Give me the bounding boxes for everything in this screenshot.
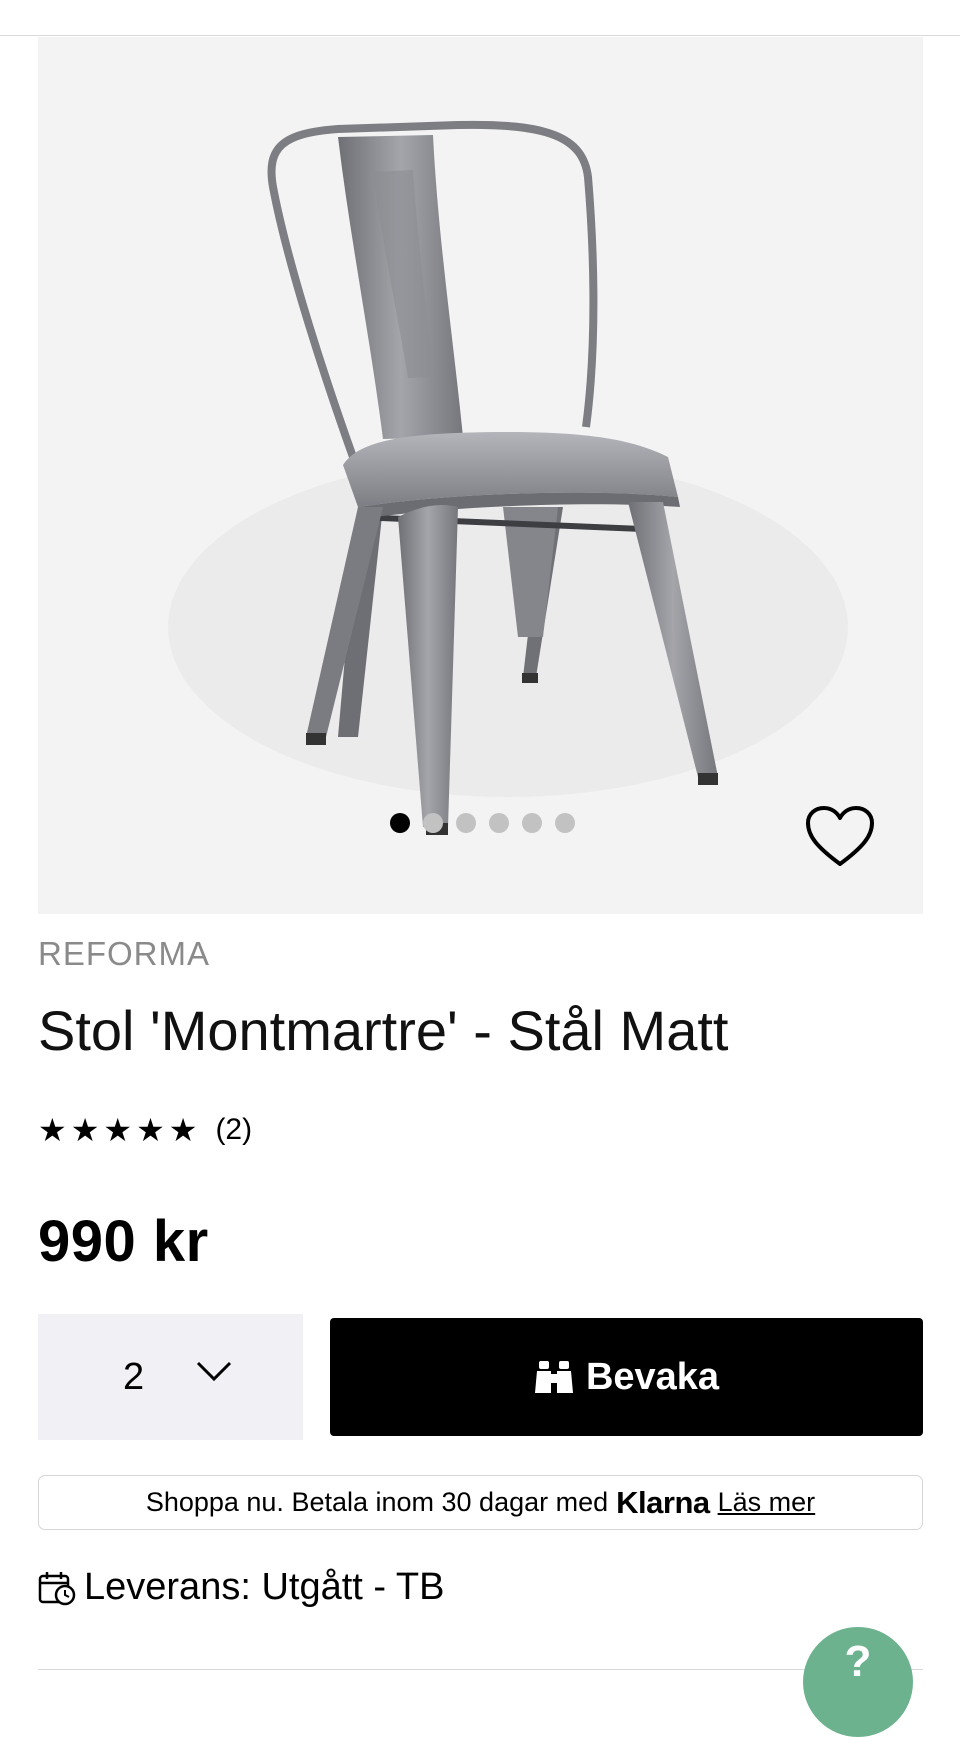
quantity-select[interactable]: 2 bbox=[38, 1314, 303, 1440]
pagination-dot[interactable] bbox=[489, 813, 509, 833]
image-pagination bbox=[390, 813, 575, 833]
watch-button[interactable]: Bevaka bbox=[330, 1318, 923, 1436]
rating-stars: ★★★★★ bbox=[38, 1112, 202, 1148]
binoculars-icon bbox=[534, 1361, 573, 1393]
klarna-text: Shoppa nu. Betala inom 30 dagar med bbox=[145, 1487, 609, 1517]
pagination-dot[interactable] bbox=[555, 813, 575, 833]
pagination-dot[interactable] bbox=[522, 813, 542, 833]
pagination-dot[interactable] bbox=[423, 813, 443, 833]
help-button[interactable]: ? bbox=[803, 1627, 913, 1737]
product-rating[interactable]: ★★★★★ (2) bbox=[38, 1110, 252, 1150]
klarna-logo: Klarna bbox=[616, 1484, 710, 1520]
product-title: Stol 'Montmartre' - Stål Matt bbox=[38, 999, 729, 1062]
delivery-label: Leverans: Utgått - TB bbox=[84, 1566, 445, 1608]
section-divider bbox=[38, 1669, 923, 1670]
help-icon: ? bbox=[844, 1637, 872, 1686]
klarna-banner: Shoppa nu. Betala inom 30 dagar med Klar… bbox=[38, 1475, 923, 1530]
quantity-value: 2 bbox=[123, 1356, 145, 1398]
product-price: 990 kr bbox=[38, 1209, 209, 1274]
product-brand[interactable]: REFORMA bbox=[38, 935, 210, 973]
rating-count: (2) bbox=[215, 1113, 253, 1146]
watch-button-label: Bevaka bbox=[585, 1355, 720, 1398]
heart-icon[interactable] bbox=[805, 805, 875, 869]
calendar-clock-icon bbox=[38, 1571, 76, 1605]
pagination-dot[interactable] bbox=[456, 813, 476, 833]
product-image-gallery[interactable] bbox=[38, 37, 923, 914]
product-image bbox=[168, 120, 848, 835]
delivery-info: Leverans: Utgått - TB bbox=[38, 1566, 444, 1609]
top-bar bbox=[0, 0, 960, 36]
chevron-down-icon bbox=[196, 1361, 232, 1382]
klarna-read-more-link[interactable]: Läs mer bbox=[718, 1487, 816, 1518]
pagination-dot-active[interactable] bbox=[390, 813, 410, 833]
